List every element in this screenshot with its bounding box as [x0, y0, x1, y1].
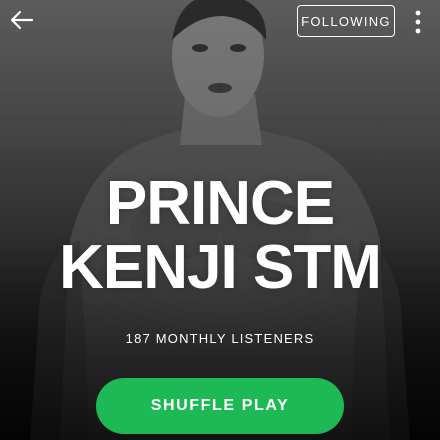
back-button[interactable]: [8, 6, 36, 34]
artist-name-line1: PRINCE: [105, 169, 335, 238]
shuffle-play-button[interactable]: SHUFFLE PLAY: [96, 378, 344, 434]
artist-page: FOLLOWING PRINCE KENJI STM 187 MONTHLY L…: [0, 0, 440, 440]
artist-name: PRINCE KENJI STM: [0, 172, 440, 300]
top-bar: FOLLOWING: [0, 0, 440, 46]
artist-name-line2: KENJI STM: [59, 233, 382, 302]
following-button[interactable]: FOLLOWING: [297, 5, 395, 37]
more-options-button[interactable]: [408, 7, 428, 37]
arrow-left-icon: [10, 10, 34, 30]
monthly-listeners: 187 MONTHLY LISTENERS: [125, 331, 315, 346]
vertical-dots-icon: [415, 10, 421, 34]
